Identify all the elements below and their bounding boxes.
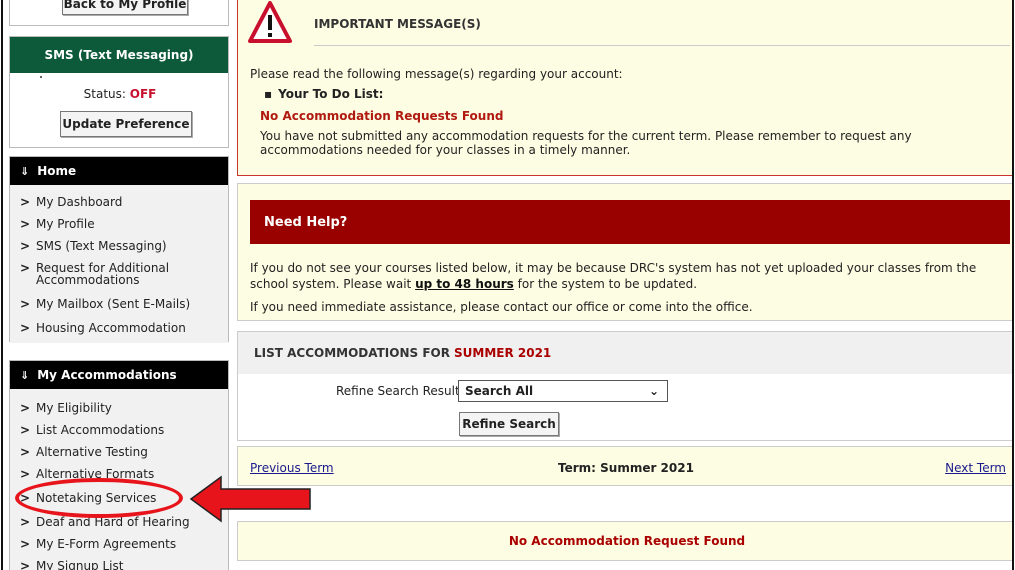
refine-selected-value: Search All <box>465 384 534 398</box>
update-preference-button[interactable]: Update Preference <box>60 111 192 137</box>
highlight-ellipse <box>15 478 183 518</box>
nav-item-label: My Mailbox (Sent E-Mails) <box>36 297 191 311</box>
message-intro: Please read the following message(s) reg… <box>250 67 623 81</box>
nav-item-housing[interactable]: > Housing Accommodation <box>10 317 228 339</box>
dot <box>40 76 42 78</box>
previous-term-link[interactable]: Previous Term <box>250 461 334 475</box>
nav-item-label: My Signup List <box>36 559 124 570</box>
todo-list-label: ▪ Your To Do List: <box>264 87 384 101</box>
nav-item-signup-list[interactable]: > My Signup List <box>10 555 228 570</box>
chevron-right-icon: > <box>20 297 31 311</box>
double-chevron-down-icon: ⇓ <box>20 368 30 382</box>
nav-item-label: My E-Form Agreements <box>36 537 177 551</box>
nav-item-label: My Eligibility <box>36 401 112 415</box>
nav-item-label: Alternative Testing <box>36 445 148 459</box>
need-help-title: Need Help? <box>250 200 1010 244</box>
nav-item-label: Request for Additional Accommodations <box>36 261 170 287</box>
accommodations-nav-header[interactable]: ⇓ My Accommodations <box>10 361 228 389</box>
nav-item-my-dashboard[interactable]: > My Dashboard <box>10 191 228 213</box>
home-nav-title: Home <box>37 164 77 178</box>
need-help-panel: Need Help? If you do not see your course… <box>237 183 1012 321</box>
list-accommodations-header: LIST ACCOMMODATIONS FOR SUMMER 2021 <box>238 332 1012 374</box>
nav-item-alternative-testing[interactable]: > Alternative Testing <box>10 441 228 463</box>
double-chevron-down-icon: ⇓ <box>20 164 30 178</box>
warning-icon <box>248 1 292 43</box>
back-to-profile-button[interactable]: Back to My Profile <box>62 0 188 15</box>
term-navigation: Previous Term Term: Summer 2021 Next Ter… <box>237 446 1012 486</box>
home-nav-header[interactable]: ⇓ Home <box>10 157 228 185</box>
refine-label: Refine Search Result: <box>336 384 464 398</box>
sms-panel: SMS (Text Messaging) Status: OFF Update … <box>9 36 229 148</box>
page-frame: Back to My Profile SMS (Text Messaging) … <box>1 0 1014 570</box>
bullet-icon: ▪ <box>264 87 273 101</box>
todo-label-text: Your To Do List <box>278 87 379 101</box>
home-nav-list: > My Dashboard > My Profile > SMS (Text … <box>10 185 228 343</box>
nav-item-label: List Accommodations <box>36 423 165 437</box>
refine-search-select[interactable]: Search All ⌄ <box>458 380 668 402</box>
chevron-right-icon: > <box>20 559 31 570</box>
nav-item-label: My Dashboard <box>36 195 123 209</box>
sms-status-label: Status: <box>83 87 126 101</box>
divider <box>314 45 1010 46</box>
important-message-panel: IMPORTANT MESSAGE(S) Please read the fol… <box>237 0 1012 176</box>
todo-item-body: You have not submitted any accommodation… <box>260 129 912 157</box>
nav-item-label: My Profile <box>36 217 95 231</box>
nav-item-my-mailbox[interactable]: > My Mailbox (Sent E-Mails) <box>10 293 228 317</box>
nav-item-sms[interactable]: > SMS (Text Messaging) <box>10 235 228 257</box>
nav-item-my-eligibility[interactable]: > My Eligibility <box>10 397 228 419</box>
todo-item-title: No Accommodation Requests Found <box>260 109 504 123</box>
need-help-contact: If you need immediate assistance, please… <box>250 300 753 314</box>
chevron-right-icon: > <box>20 239 31 253</box>
nav-item-e-form-agreements[interactable]: > My E-Form Agreements <box>10 533 228 555</box>
next-term-link[interactable]: Next Term <box>945 461 1006 475</box>
sms-title: SMS (Text Messaging) <box>10 37 228 73</box>
nav-item-label: SMS (Text Messaging) <box>36 239 167 253</box>
profile-panel: Back to My Profile <box>9 0 229 26</box>
chevron-right-icon: > <box>20 537 31 551</box>
current-term: Term: Summer 2021 <box>558 461 694 475</box>
chevron-right-icon: > <box>20 515 31 529</box>
help-text: for the system to be updated. <box>513 277 698 291</box>
sms-status-value: OFF <box>129 87 157 101</box>
list-term: SUMMER 2021 <box>453 346 552 360</box>
list-title: LIST ACCOMMODATIONS FOR <box>254 346 450 360</box>
chevron-right-icon: > <box>20 445 31 459</box>
chevron-right-icon: > <box>20 195 31 209</box>
sms-status: Status: OFF <box>10 87 230 101</box>
message-title: IMPORTANT MESSAGE(S) <box>314 17 481 31</box>
chevron-right-icon: > <box>20 467 31 481</box>
chevron-right-icon: > <box>20 423 31 437</box>
home-nav: ⇓ Home > My Dashboard > My Profile > SMS… <box>9 156 229 343</box>
nav-item-label: Housing Accommodation <box>36 321 186 335</box>
accommodations-nav-title: My Accommodations <box>37 368 177 382</box>
list-accommodations-panel: LIST ACCOMMODATIONS FOR SUMMER 2021 Refi… <box>237 331 1012 441</box>
nav-item-list-accommodations[interactable]: > List Accommodations <box>10 419 228 441</box>
help-48-hours-link[interactable]: up to 48 hours <box>415 277 514 291</box>
no-results-message: No Accommodation Request Found <box>237 521 1012 561</box>
chevron-right-icon: > <box>20 261 31 275</box>
need-help-body: If you do not see your courses listed be… <box>250 260 1010 292</box>
nav-item-my-profile[interactable]: > My Profile <box>10 213 228 235</box>
nav-item-additional-accommodations[interactable]: > Request for Additional Accommodations <box>10 257 228 293</box>
accommodations-nav: ⇓ My Accommodations > My Eligibility > L… <box>9 360 229 570</box>
chevron-down-icon: ⌄ <box>648 384 659 398</box>
chevron-right-icon: > <box>20 321 31 335</box>
chevron-right-icon: > <box>20 401 31 415</box>
refine-search-button[interactable]: Refine Search <box>459 412 559 436</box>
chevron-right-icon: > <box>20 217 31 231</box>
